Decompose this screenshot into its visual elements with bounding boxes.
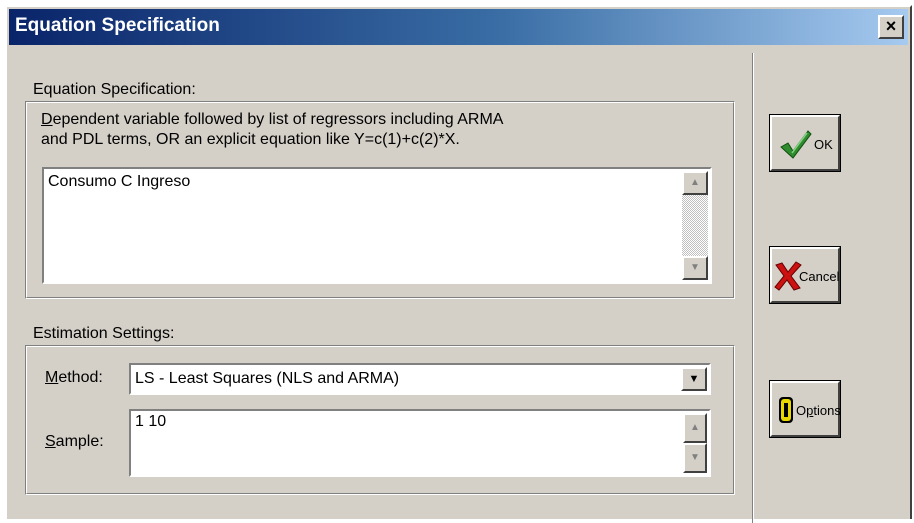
equation-description-line2: and PDL terms, OR an explicit equation l…: [41, 131, 460, 148]
red-x-icon: [774, 261, 802, 291]
sample-text: 1 10: [135, 413, 167, 430]
method-value: LS - Least Squares (NLS and ARMA): [135, 370, 400, 387]
cancel-button[interactable]: Cancel: [769, 246, 841, 304]
method-dropdown-button[interactable]: ▼: [681, 367, 707, 391]
sample-scroll-up-button[interactable]: ▲: [683, 413, 707, 443]
arrow-up-icon: ▲: [690, 422, 700, 433]
equation-textarea[interactable]: Consumo C Ingreso ▲ ▼: [42, 167, 712, 284]
close-button[interactable]: ×: [878, 15, 904, 39]
arrow-down-icon: ▼: [690, 262, 700, 273]
ok-label: OK: [814, 137, 833, 152]
sample-scroll-down-button[interactable]: ▼: [683, 443, 707, 473]
scroll-up-button[interactable]: ▲: [682, 171, 708, 195]
vertical-divider: [752, 53, 754, 523]
ok-button[interactable]: OK: [769, 114, 841, 172]
equation-description-line1: Dependent variable followed by list of r…: [41, 111, 504, 128]
chevron-down-icon: ▼: [688, 373, 700, 385]
window-title: Equation Specification: [15, 15, 220, 36]
equation-group-label: Equation Specification:: [33, 81, 196, 98]
scroll-down-button[interactable]: ▼: [682, 256, 708, 280]
method-label: Method:: [45, 369, 103, 386]
yellow-o-icon: [779, 397, 793, 423]
estimation-group-label: Estimation Settings:: [33, 325, 175, 342]
title-bar[interactable]: Equation Specification ×: [9, 9, 908, 45]
close-icon: ×: [885, 16, 897, 36]
arrow-up-icon: ▲: [690, 177, 700, 188]
arrow-down-icon: ▼: [690, 452, 700, 463]
cancel-label: Cancel: [799, 269, 840, 284]
equation-scrollbar[interactable]: ▲ ▼: [682, 171, 708, 280]
checkmark-icon: [780, 130, 812, 159]
dialog-window: Equation Specification × Equation Specif…: [5, 5, 912, 523]
method-select[interactable]: LS - Least Squares (NLS and ARMA) ▼: [129, 363, 711, 395]
equation-text: Consumo C Ingreso: [48, 173, 191, 190]
sample-label: Sample:: [45, 433, 104, 450]
options-label: Options: [796, 403, 841, 418]
sample-textarea[interactable]: 1 10 ▲ ▼: [129, 409, 711, 477]
options-button[interactable]: Options: [769, 380, 841, 438]
sample-scrollbar[interactable]: ▲ ▼: [683, 413, 707, 473]
